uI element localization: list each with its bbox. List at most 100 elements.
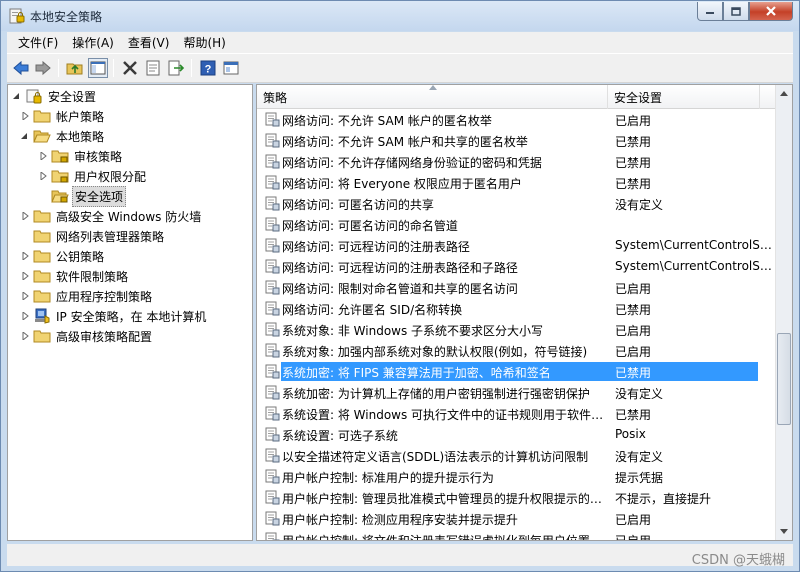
mmc-button[interactable]: [221, 58, 241, 78]
tree-item-advanced-audit[interactable]: 高级审核策略配置: [20, 326, 154, 346]
up-folder-icon: [66, 63, 83, 75]
menu-help[interactable]: 帮助(H): [176, 34, 232, 51]
ip-security-icon: [35, 308, 50, 324]
menu-action[interactable]: 操作(A): [65, 34, 121, 51]
show-hide-tree-button[interactable]: [88, 58, 108, 78]
console-tree[interactable]: 安全设置 帐户策略 本地策略 审核策略 用户权限分配 安全选项 高级安全 Win…: [7, 84, 253, 541]
properties-icon: [146, 60, 160, 76]
export-button[interactable]: [166, 58, 186, 78]
policy-setting-value: 已禁用: [615, 135, 652, 149]
policy-row[interactable]: 网络访问: 限制对命名管道和共享的匿名访问 已启用: [257, 277, 777, 298]
delete-button[interactable]: [120, 58, 140, 78]
policy-setting-value: 没有定义: [615, 198, 664, 212]
policy-name: 系统设置: 可选子系统: [282, 429, 398, 443]
forward-icon: [35, 60, 51, 76]
scrollbar-thumb[interactable]: [777, 333, 791, 425]
tree-item-user-rights[interactable]: 用户权限分配: [38, 166, 148, 186]
expand-arrow-icon[interactable]: [20, 311, 30, 321]
expand-arrow-icon[interactable]: [20, 291, 30, 301]
locked-folder-icon: [51, 150, 69, 163]
maximize-button[interactable]: [723, 2, 749, 21]
tree-label: 审核策略: [74, 149, 123, 164]
back-button[interactable]: [11, 58, 31, 78]
folder-icon: [33, 330, 51, 343]
policy-name: 网络访问: 不允许 SAM 帐户和共享的匿名枚举: [282, 135, 528, 149]
help-button[interactable]: ?: [198, 58, 218, 78]
tree-item-app-control[interactable]: 应用程序控制策略: [20, 286, 154, 306]
title-bar[interactable]: 本地安全策略: [1, 1, 799, 31]
properties-button[interactable]: [143, 58, 163, 78]
collapse-arrow-icon[interactable]: [20, 131, 30, 141]
policy-row[interactable]: 用户帐户控制: 检测应用程序安装并提示提升 已启用: [257, 508, 777, 529]
menu-file[interactable]: 文件(F): [11, 34, 65, 51]
policy-icon: [265, 427, 280, 442]
policy-row[interactable]: 网络访问: 不允许 SAM 帐户和共享的匿名枚举 已禁用: [257, 130, 777, 151]
expand-arrow-icon[interactable]: [20, 211, 30, 221]
scroll-up-button[interactable]: [776, 85, 792, 102]
policy-row[interactable]: 网络访问: 不允许 SAM 帐户的匿名枚举 已启用: [257, 109, 777, 130]
policy-row[interactable]: 网络访问: 允许匿名 SID/名称转换 已禁用: [257, 298, 777, 319]
toolbar-separator: [113, 59, 114, 77]
policy-row[interactable]: 用户帐户控制: 将文件和注册表写错误虚拟化到每用户位置 已启用: [257, 529, 777, 541]
policy-row[interactable]: 网络访问: 将 Everyone 权限应用于匿名用户 已禁用: [257, 172, 777, 193]
tree-item-public-key[interactable]: 公钥策略: [20, 246, 106, 266]
policy-icon: [265, 217, 280, 232]
forward-button[interactable]: [33, 58, 53, 78]
policy-name: 用户帐户控制: 将文件和注册表写错误虚拟化到每用户位置: [282, 534, 590, 541]
tree-item-security-options[interactable]: 安全选项: [38, 185, 127, 207]
scroll-up-icon: [780, 91, 788, 96]
tree-item-audit-policy[interactable]: 审核策略: [38, 146, 124, 166]
policy-setting-value: System\CurrentControlSet\Control\Product…: [615, 238, 773, 252]
policy-row[interactable]: 系统对象: 非 Windows 子系统不要求区分大小写 已启用: [257, 319, 777, 340]
column-divider[interactable]: [759, 85, 760, 109]
policy-row[interactable]: 用户帐户控制: 管理员批准模式中管理员的提升权限提示的行为 不提示，直接提升: [257, 487, 777, 508]
policy-icon: [265, 112, 280, 127]
policy-setting-value: 已禁用: [615, 156, 652, 170]
tree-item-software-restriction[interactable]: 软件限制策略: [20, 266, 130, 286]
policy-row[interactable]: 网络访问: 可远程访问的注册表路径和子路径 System\CurrentContr…: [257, 256, 777, 277]
policy-name: 系统加密: 将 FIPS 兼容算法用于加密、哈希和签名: [282, 366, 551, 380]
tree-item-local-policies[interactable]: 本地策略: [20, 126, 106, 146]
policy-row[interactable]: 系统加密: 将 FIPS 兼容算法用于加密、哈希和签名 已禁用: [257, 361, 777, 382]
collapse-arrow-icon[interactable]: [12, 91, 22, 101]
tree-label: 高级审核策略配置: [56, 329, 153, 344]
policy-row[interactable]: 系统设置: 可选子系统 Posix: [257, 424, 777, 445]
expand-arrow-icon[interactable]: [20, 111, 30, 121]
policy-name: 网络访问: 允许匿名 SID/名称转换: [282, 303, 463, 317]
policy-name: 网络访问: 可远程访问的注册表路径: [282, 240, 470, 254]
policy-setting-value: 已禁用: [615, 177, 652, 191]
policy-row[interactable]: 用户帐户控制: 标准用户的提升提示行为 提示凭据: [257, 466, 777, 487]
vertical-scrollbar[interactable]: [775, 85, 792, 540]
expand-arrow-icon[interactable]: [38, 171, 48, 181]
tree-item-ip-security[interactable]: IP 安全策略，在 本地计算机: [20, 306, 208, 326]
expand-arrow-icon[interactable]: [20, 271, 30, 281]
policy-row[interactable]: 系统对象: 加强内部系统对象的默认权限(例如，符号链接) 已启用: [257, 340, 777, 361]
up-folder-button[interactable]: [65, 58, 85, 78]
tree-item-advanced-firewall[interactable]: 高级安全 Windows 防火墙: [20, 206, 203, 226]
tree-label: 用户权限分配: [74, 169, 147, 184]
expand-arrow-icon[interactable]: [38, 151, 48, 161]
policy-name: 用户帐户控制: 检测应用程序安装并提示提升: [282, 513, 518, 527]
policy-name: 系统对象: 加强内部系统对象的默认权限(例如，符号链接): [282, 345, 588, 359]
column-header-security-setting[interactable]: 安全设置: [608, 85, 758, 109]
tree-item-security-settings[interactable]: 安全设置: [12, 86, 98, 106]
tree-item-network-list-manager[interactable]: 网络列表管理器策略: [20, 226, 166, 246]
folder-icon: [33, 250, 51, 263]
policy-row[interactable]: 网络访问: 可匿名访问的命名管道: [257, 214, 777, 235]
policy-row[interactable]: 网络访问: 可匿名访问的共享 没有定义: [257, 193, 777, 214]
policy-row[interactable]: 网络访问: 不允许存储网络身份验证的密码和凭据 已禁用: [257, 151, 777, 172]
expand-arrow-icon[interactable]: [20, 331, 30, 341]
policy-icon: [265, 406, 280, 421]
policy-row[interactable]: 系统设置: 将 Windows 可执行文件中的证书规则用于软件限制策略 已禁用: [257, 403, 777, 424]
expand-arrow-icon[interactable]: [20, 251, 30, 261]
policy-row[interactable]: 系统加密: 为计算机上存储的用户密钥强制进行强密钥保护 没有定义: [257, 382, 777, 403]
policy-setting-value: 已禁用: [615, 303, 652, 317]
policy-row[interactable]: 网络访问: 可远程访问的注册表路径 System\CurrentControlSe…: [257, 235, 777, 256]
menu-view[interactable]: 查看(V): [121, 34, 177, 51]
minimize-button[interactable]: [697, 2, 723, 21]
maximize-icon: [731, 6, 741, 16]
tree-item-account-policies[interactable]: 帐户策略: [20, 106, 106, 126]
close-button[interactable]: [749, 2, 793, 21]
scroll-down-button[interactable]: [776, 523, 792, 540]
policy-row[interactable]: 以安全描述符定义语言(SDDL)语法表示的计算机访问限制 没有定义: [257, 445, 777, 466]
